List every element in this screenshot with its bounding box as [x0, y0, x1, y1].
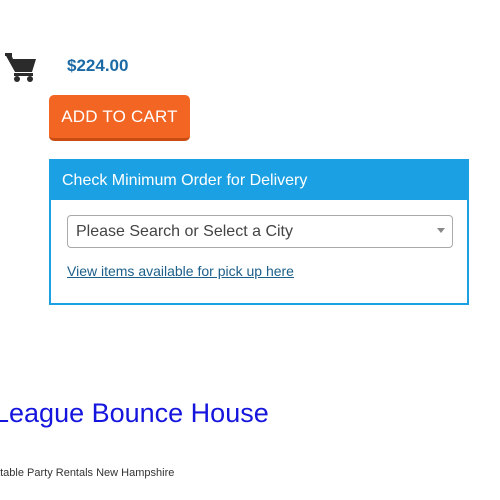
city-select[interactable]: Please Search or Select a City	[67, 215, 453, 248]
product-price: $224.00	[67, 56, 129, 75]
city-select-placeholder: Please Search or Select a City	[76, 223, 293, 240]
add-to-cart-button[interactable]: ADD TO CART	[49, 95, 190, 141]
product-category: atable Party Rentals New Hampshire	[0, 467, 175, 479]
delivery-check-panel: Check Minimum Order for Delivery Please …	[49, 159, 469, 305]
delivery-panel-header: Check Minimum Order for Delivery	[51, 161, 467, 200]
product-title[interactable]: League Bounce House	[0, 398, 269, 429]
pickup-items-link[interactable]: View items available for pick up here	[67, 263, 294, 279]
product-page: $224.00 ADD TO CART Check Minimum Order …	[0, 0, 500, 500]
shopping-cart-icon[interactable]	[4, 51, 38, 83]
caret-down-icon	[437, 228, 445, 233]
